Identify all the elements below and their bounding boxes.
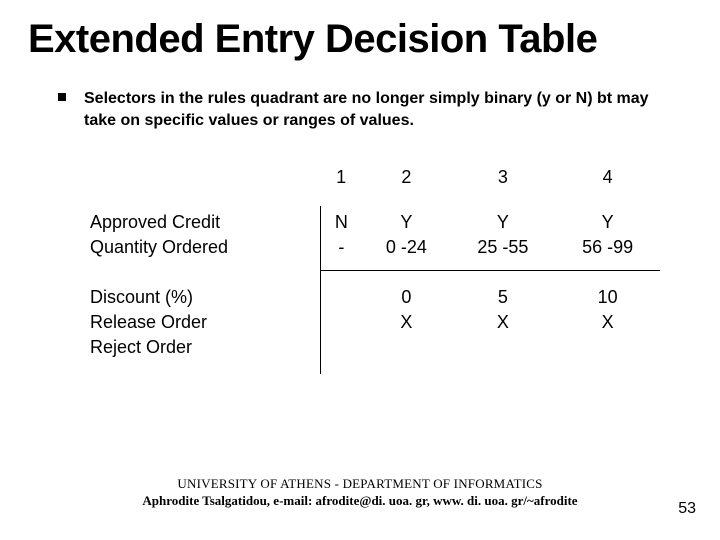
col-header: 3 <box>450 161 555 206</box>
footer-line-2: Aphrodite Tsalgatidou, e-mail: afrodite@… <box>0 492 720 510</box>
cell: 56 -99 <box>555 235 660 271</box>
bullet-item: Selectors in the rules quadrant are no l… <box>0 60 720 131</box>
table-row: Release Order X X X <box>90 310 660 335</box>
cell: 10 <box>555 275 660 310</box>
cell: - <box>320 235 362 271</box>
cell: N <box>320 206 362 235</box>
row-label: Reject Order <box>90 335 320 360</box>
cell <box>450 335 555 360</box>
cell: Y <box>555 206 660 235</box>
page-number: 53 <box>678 500 696 518</box>
table-row <box>90 360 660 374</box>
cell <box>320 335 362 360</box>
cell: 0 -24 <box>362 235 450 271</box>
col-header: 1 <box>320 161 362 206</box>
footer-line-1: UNIVERSITY OF ATHENS - DEPARTMENT OF INF… <box>0 475 720 493</box>
decision-table: 1 2 3 4 Approved Credit N Y Y Y Quantity… <box>0 131 720 374</box>
cell: X <box>450 310 555 335</box>
row-label: Approved Credit <box>90 206 320 235</box>
cell: Y <box>362 206 450 235</box>
footer: UNIVERSITY OF ATHENS - DEPARTMENT OF INF… <box>0 475 720 510</box>
cell: X <box>362 310 450 335</box>
table-row: Discount (%) 0 5 10 <box>90 275 660 310</box>
col-header: 2 <box>362 161 450 206</box>
row-label: Discount (%) <box>90 275 320 310</box>
row-label: Quantity Ordered <box>90 235 320 271</box>
cell <box>555 335 660 360</box>
square-bullet-icon <box>58 93 66 101</box>
col-header: 4 <box>555 161 660 206</box>
table-row: Reject Order <box>90 335 660 360</box>
row-label: Release Order <box>90 310 320 335</box>
slide-title: Extended Entry Decision Table <box>0 0 720 60</box>
cell: Y <box>450 206 555 235</box>
bullet-text: Selectors in the rules quadrant are no l… <box>84 88 660 131</box>
cell: 0 <box>362 275 450 310</box>
cell: 5 <box>450 275 555 310</box>
cell <box>320 275 362 310</box>
cell: X <box>555 310 660 335</box>
cell: 25 -55 <box>450 235 555 271</box>
table-row: Quantity Ordered - 0 -24 25 -55 56 -99 <box>90 235 660 271</box>
cell <box>362 335 450 360</box>
cell <box>320 310 362 335</box>
table-row: Approved Credit N Y Y Y <box>90 206 660 235</box>
table-header-row: 1 2 3 4 <box>90 161 660 206</box>
